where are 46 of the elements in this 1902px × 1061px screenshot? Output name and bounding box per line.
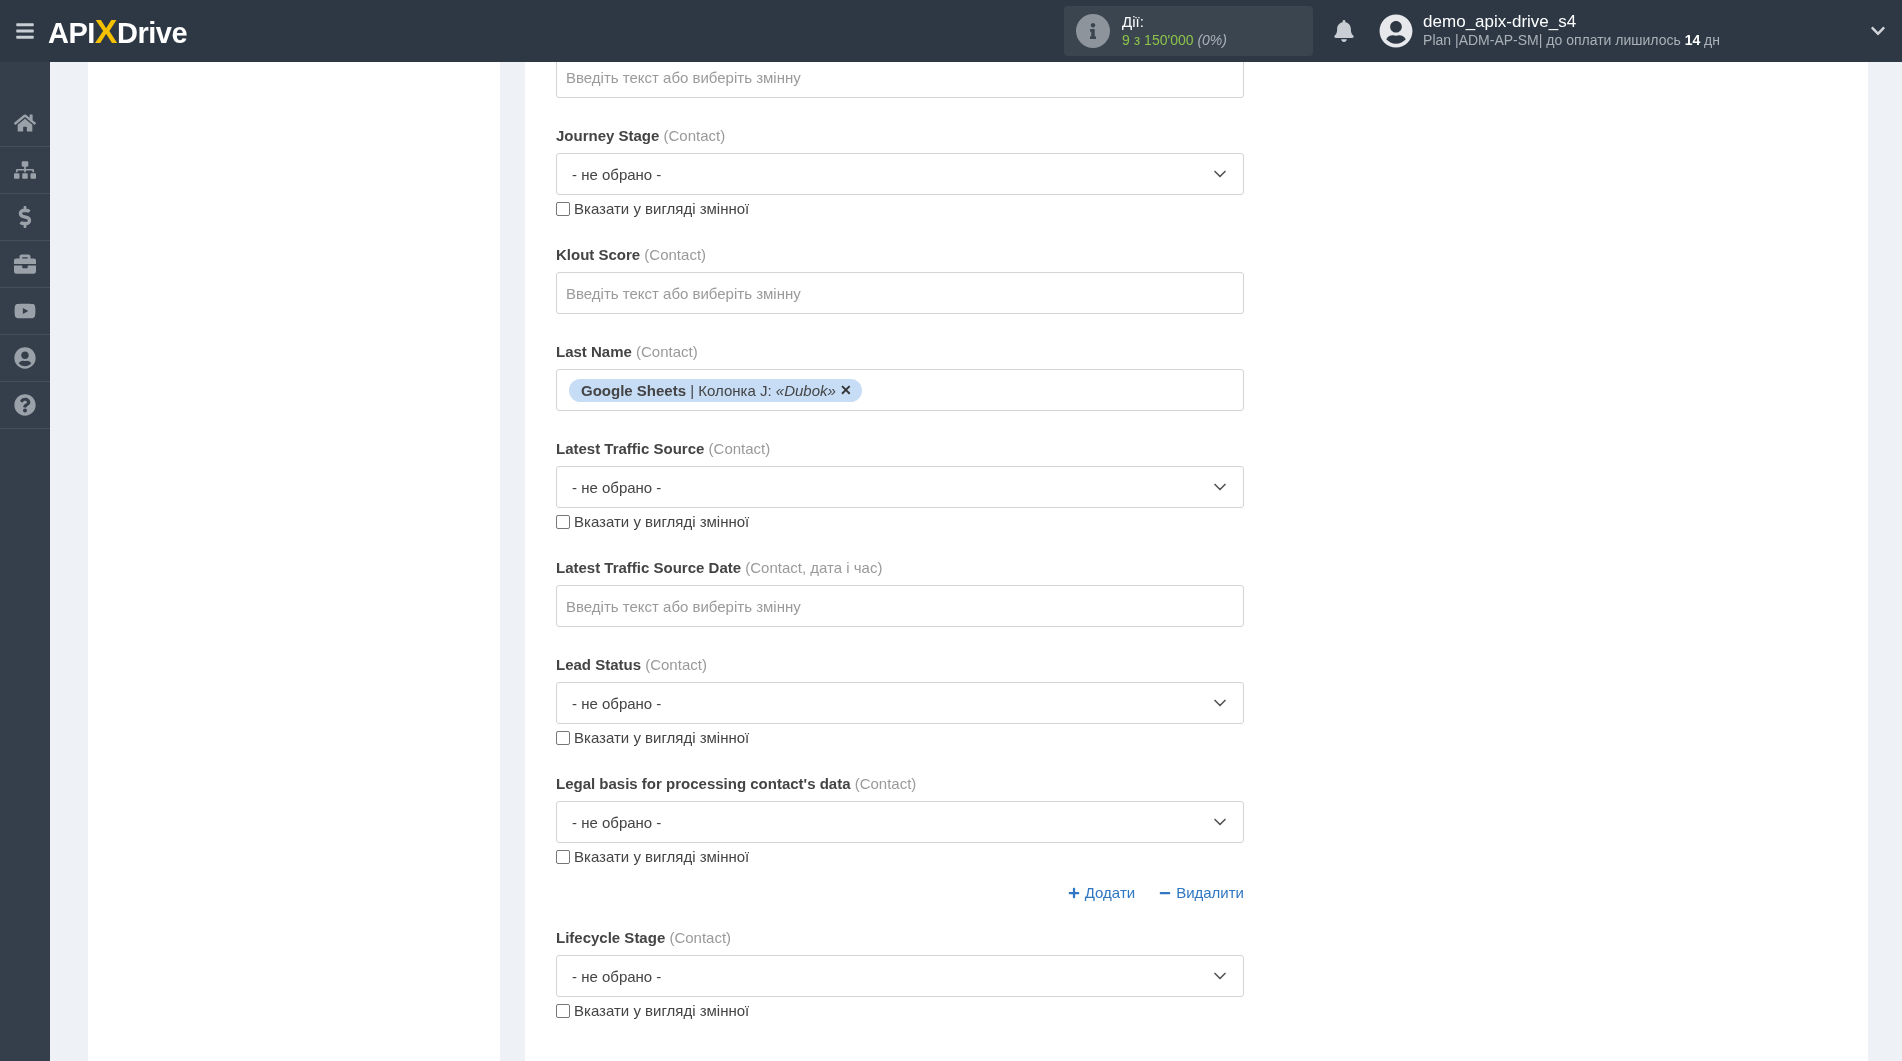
field-label: Klout Score (Contact)	[556, 246, 708, 263]
checkbox[interactable]	[556, 514, 570, 529]
home-icon	[14, 112, 36, 134]
add-link[interactable]: Додати	[1067, 884, 1136, 901]
actions-value: 9 з 150'000 (0%)	[1122, 31, 1227, 49]
checkbox[interactable]	[556, 201, 570, 216]
actions-label: Дії:	[1122, 13, 1145, 31]
logo: APIXDrive	[48, 11, 188, 51]
checkbox[interactable]	[556, 849, 570, 864]
remove-link[interactable]: Видалити	[1159, 884, 1244, 901]
info-icon	[1076, 14, 1111, 48]
checkbox-label: Вказати у вигляді змінної	[574, 848, 750, 865]
select-dropdown[interactable]: - не обрано -	[556, 153, 1244, 195]
checkbox-label: Вказати у вигляді змінної	[574, 513, 750, 530]
field-label: Latest Traffic Source Date (Contact, дата і час)	[556, 559, 884, 576]
plan-info: Plan |ADM-AP-SM| до оплати лишилось 14 дн	[1423, 31, 1720, 49]
checkbox-label: Вказати у вигляді змінної	[574, 729, 750, 746]
field-label: Latest Traffic Source (Contact)	[556, 440, 772, 457]
menu-icon[interactable]	[15, 21, 35, 41]
user-name: demo_apix-drive_s4	[1423, 13, 1578, 31]
bell-icon[interactable]	[1333, 20, 1356, 42]
checkbox-label: Вказати у вигляді змінної	[574, 200, 750, 217]
checkbox-label: Вказати у вигляді змінної	[574, 1002, 750, 1019]
remove-tag-button[interactable]: ✕	[839, 382, 852, 398]
user-icon	[14, 347, 36, 369]
select-dropdown[interactable]: - не обрано -	[556, 466, 1244, 508]
select-dropdown[interactable]: - не обрано -	[556, 682, 1244, 724]
select-dropdown[interactable]: - не обрано -	[556, 801, 1244, 843]
checkbox[interactable]	[556, 1003, 570, 1018]
checkbox[interactable]	[556, 730, 570, 745]
sitemap-icon	[14, 159, 36, 181]
field-label: Legal basis for processing contact's data (Contact)	[556, 775, 918, 792]
field-label: Lead Status (Contact)	[556, 656, 708, 673]
text-input[interactable]: Введіть текст або виберіть змінну	[556, 585, 1244, 627]
field-label: Lifecycle Stage (Contact)	[556, 929, 733, 946]
tag-input[interactable]: Google Sheets | Колонка J: «Dubok» ✕	[556, 369, 1244, 411]
text-input[interactable]: Введіть текст або виберіть змінну	[556, 272, 1244, 314]
avatar-icon[interactable]	[1379, 14, 1414, 48]
select-dropdown[interactable]: - не обрано -	[556, 955, 1244, 997]
text-input[interactable]: Введіть текст або виберіть змінну	[556, 62, 1244, 98]
plus-icon	[1067, 886, 1080, 899]
briefcase-icon	[14, 253, 36, 275]
field-label: Journey Stage (Contact)	[556, 127, 727, 144]
help-icon	[14, 394, 36, 416]
field-label: Last Name (Contact)	[556, 343, 699, 360]
variable-tag: Google Sheets | Колонка J: «Dubok» ✕	[569, 378, 862, 402]
